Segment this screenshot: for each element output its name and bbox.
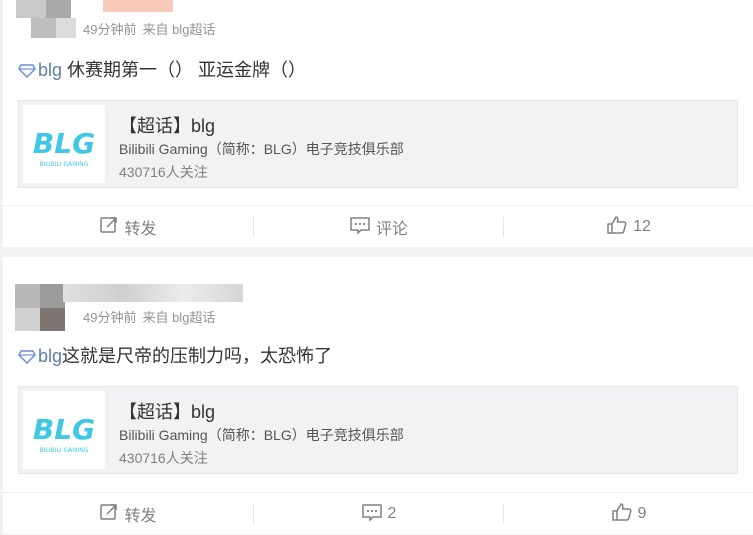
like-button[interactable]: 9 xyxy=(504,493,753,535)
post-time[interactable]: 49分钟前 xyxy=(83,22,136,37)
card-title[interactable]: 【超话】blg xyxy=(119,112,215,138)
post-content: blg这就是尺帝的压制力吗，太恐怖了 xyxy=(18,343,332,371)
like-icon xyxy=(611,502,638,527)
username-blurred[interactable] xyxy=(103,0,173,12)
topic-card[interactable]: BLG BILIBILI GAMING 【超话】blg Bilibili Gam… xyxy=(18,386,738,474)
card-title[interactable]: 【超话】blg xyxy=(119,398,215,424)
comment-label: 评论 xyxy=(375,221,408,238)
card-followers: 430716人关注 xyxy=(119,164,208,180)
comment-count: 2 xyxy=(387,505,397,522)
diamond-icon xyxy=(18,345,36,371)
repost-icon xyxy=(99,215,124,240)
repost-label: 转发 xyxy=(124,221,157,238)
repost-button[interactable]: 转发 xyxy=(3,206,253,248)
comment-icon xyxy=(349,215,376,240)
repost-button[interactable]: 转发 xyxy=(3,493,253,535)
comment-icon xyxy=(361,502,388,527)
svg-text:BLG: BLG xyxy=(33,413,95,446)
post-meta: 49分钟前 来自 blg超话 xyxy=(83,307,215,326)
topic-link[interactable]: blg xyxy=(38,60,62,80)
blg-logo: BLG BILIBILI GAMING xyxy=(23,391,105,469)
like-count: 12 xyxy=(633,218,651,235)
action-bar: 转发 评论 12 xyxy=(3,205,753,248)
topic-link[interactable]: blg xyxy=(38,346,62,366)
blg-logo: BLG BILIBILI GAMING xyxy=(23,105,105,183)
like-count: 9 xyxy=(637,505,647,522)
post-source[interactable]: 来自 blg超话 xyxy=(142,22,215,37)
post-content: blg 休赛期第一（） 亚运金牌（） xyxy=(18,57,306,85)
svg-text:BLG: BLG xyxy=(33,127,95,160)
svg-text:BILIBILI GAMING: BILIBILI GAMING xyxy=(40,447,89,454)
comment-button[interactable]: 评论 xyxy=(254,206,503,248)
post-source[interactable]: 来自 blg超话 xyxy=(142,310,215,325)
action-bar: 转发 2 9 xyxy=(3,492,753,535)
avatar[interactable] xyxy=(15,284,65,331)
card-description: Bilibili Gaming（简称：BLG）电子竞技俱乐部 xyxy=(119,427,404,443)
avatar[interactable] xyxy=(16,0,86,38)
card-followers: 430716人关注 xyxy=(119,450,208,466)
diamond-icon xyxy=(18,59,36,85)
feed-post: 49分钟前 来自 blg超话 blg这就是尺帝的压制力吗，太恐怖了 BLG BIL… xyxy=(3,257,753,534)
like-button[interactable]: 12 xyxy=(504,206,753,248)
repost-icon xyxy=(99,502,124,527)
username-blurred[interactable] xyxy=(63,284,243,302)
post-text: 这就是尺帝的压制力吗，太恐怖了 xyxy=(62,346,333,366)
post-text: 休赛期第一（） 亚运金牌（） xyxy=(62,60,307,80)
topic-card[interactable]: BLG BILIBILI GAMING 【超话】blg Bilibili Gam… xyxy=(18,100,738,188)
feed-post: 49分钟前 来自 blg超话 blg 休赛期第一（） 亚运金牌（） BLG BIL… xyxy=(3,0,753,247)
like-icon xyxy=(606,215,633,240)
svg-text:BILIBILI GAMING: BILIBILI GAMING xyxy=(40,161,89,168)
post-time[interactable]: 49分钟前 xyxy=(83,310,136,325)
card-description: Bilibili Gaming（简称：BLG）电子竞技俱乐部 xyxy=(119,141,404,157)
comment-button[interactable]: 2 xyxy=(254,493,503,535)
repost-label: 转发 xyxy=(124,508,157,525)
post-meta: 49分钟前 来自 blg超话 xyxy=(83,19,215,38)
